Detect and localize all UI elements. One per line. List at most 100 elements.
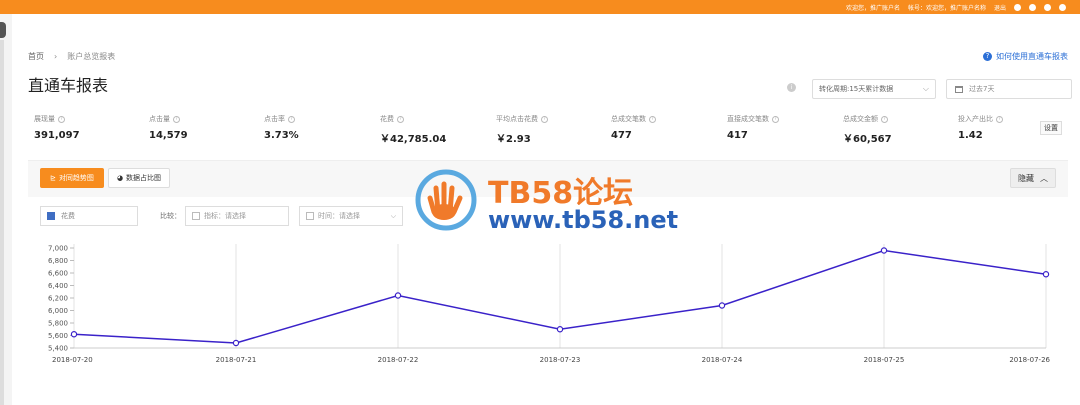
x-tick-label: 2018-07-24 [702,356,743,364]
breadcrumb-separator: › [54,52,58,61]
metric-label: 总成交笔数 [611,115,646,123]
info-icon: i [787,83,796,92]
data-point [70,331,78,338]
question-icon: ? [173,115,180,123]
time-select-value: 时间：请选择 [318,212,360,220]
metric-total-revenue[interactable]: 总成交金额? ￥60,567 [843,114,892,145]
metric-value: 1.42 [958,130,983,141]
question-icon: ? [288,115,295,123]
metric-label: 投入产出比 [958,115,993,123]
indicator-select[interactable]: 指标：请选择 [185,206,289,226]
watermark-url: www.tb58.net [488,206,679,234]
x-tick-label: 2018-07-21 [216,356,257,364]
logout-link[interactable]: 退出 [994,3,1006,12]
checkbox-icon[interactable] [192,212,200,220]
chevron-down-icon: ⌵ [390,211,396,220]
hide-chart-button[interactable]: 隐藏 ︿ [1010,168,1056,188]
indicator-select-value: 指标：请选择 [204,212,246,220]
metric-direct-orders[interactable]: 直接成交笔数? 417 [727,114,779,141]
account-text[interactable]: 帐号：欢迎您，推广账户名称 [908,3,986,12]
metric-value: 391,097 [34,130,80,141]
chevron-down-icon: ⌵ [922,84,929,93]
y-tick-label: 6,000 [48,307,68,315]
y-tick-label: 6,200 [48,295,68,303]
help-link-text[interactable]: 如何使用直通车报表 [996,51,1068,62]
tab-trend-chart[interactable]: ⊵ 对同趋势图 [40,168,104,188]
x-tick-label: 2018-07-26 [1009,356,1050,364]
tab-share-label: 数据占比图 [126,174,162,182]
x-tick-label: 2018-07-20 [52,356,93,364]
data-point [394,292,402,299]
page-title: 直通车报表 [28,76,109,95]
data-point [232,339,240,347]
metric-label: 平均点击花费 [496,115,538,123]
message-icon[interactable] [1014,3,1021,11]
data-point [1042,271,1050,278]
metric-label: 点击率 [264,115,285,123]
metric-value: 14,579 [149,130,188,141]
period-select[interactable]: 转化周期:15天累计数据 ⌵ [812,79,936,99]
metric-ctr[interactable]: 点击率? 3.73% [264,114,299,141]
metric-value: ￥2.93 [496,134,531,145]
metric-label: 花费 [380,115,394,123]
metric-value: ￥60,567 [843,134,892,145]
top-bar: 欢迎您，推广账户名 帐号：欢迎您，推广账户名称 退出 [0,0,1080,14]
breadcrumb-home[interactable]: 首页 [28,51,44,62]
side-toggle-handle[interactable] [0,22,6,38]
metric-label: 点击量 [149,115,170,123]
question-icon: ? [881,115,888,123]
question-icon: ? [541,115,548,123]
question-icon: ? [397,115,404,123]
line-chart-icon: ⊵ [50,174,56,182]
question-icon: ? [772,115,779,123]
date-range-value: 过去7天 [969,85,995,93]
metric-value: 3.73% [264,130,299,141]
series-color-swatch [47,212,55,220]
metric-roi[interactable]: 投入产出比? 1.42 [958,114,1003,141]
x-tick-label: 2018-07-25 [864,356,905,364]
watermark: TB58论坛 www.tb58.net [410,164,678,244]
metric-value: ￥42,785.04 [380,134,447,145]
metric-value: 417 [727,130,748,141]
metric-clicks[interactable]: 点击量? 14,579 [149,114,188,141]
tab-trend-label: 对同趋势图 [58,174,94,182]
y-tick-label: 6,600 [48,270,68,278]
y-tick-label: 5,800 [48,320,68,328]
compare-label: 比较： [160,212,181,220]
question-icon: ? [649,115,656,123]
help-link[interactable]: ? 如何使用直通车报表 [983,51,1068,62]
tab-share-chart[interactable]: ◕ 数据占比图 [108,168,170,188]
question-icon: ? [983,52,992,61]
metric-cost[interactable]: 花费? ￥42,785.04 [380,114,446,145]
left-scrollbar[interactable] [0,40,4,405]
help-icon[interactable] [1029,3,1036,11]
welcome-text: 欢迎您，推广账户名 [845,4,900,12]
series-metric-value: 花费 [61,212,75,220]
metric-label: 总成交金额 [843,115,878,123]
user-icon[interactable] [1059,3,1066,11]
settings-icon[interactable] [1044,3,1051,11]
data-point [880,247,888,254]
y-tick-label: 5,600 [48,332,68,340]
breadcrumb-current: 账户总览报表 [67,52,116,61]
y-tick-label: 6,400 [48,282,68,290]
metric-avg-cpc[interactable]: 平均点击花费? ￥2.93 [496,114,548,145]
x-tick-label: 2018-07-23 [540,356,581,364]
question-icon: ? [996,115,1003,123]
y-tick-label: 7,000 [48,245,68,253]
period-select-value: 转化周期:15天累计数据 [819,85,894,93]
metrics-row: 展现量? 391,097 点击量? 14,579 点击率? 3.73% 花费? … [34,114,1064,154]
time-select[interactable]: 时间：请选择 ⌵ [299,206,403,226]
y-tick-label: 6,800 [48,257,68,265]
metric-value: 477 [611,130,632,141]
settings-button[interactable]: 设置 [1040,121,1062,135]
metric-total-orders[interactable]: 总成交笔数? 477 [611,114,656,141]
series-metric-select[interactable]: 花费 [40,206,138,226]
y-tick-label: 5,400 [48,345,68,353]
hide-label: 隐藏 [1018,173,1034,183]
metric-impressions[interactable]: 展现量? 391,097 [34,114,80,141]
checkbox-icon[interactable] [306,212,314,220]
date-range-select[interactable]: 过去7天 [946,79,1072,99]
trend-line-chart: 5,400 5,600 5,800 6,000 6,200 6,400 6,600 6,800… [48,244,1051,364]
breadcrumb: 首页 › 账户总览报表 [28,51,115,62]
